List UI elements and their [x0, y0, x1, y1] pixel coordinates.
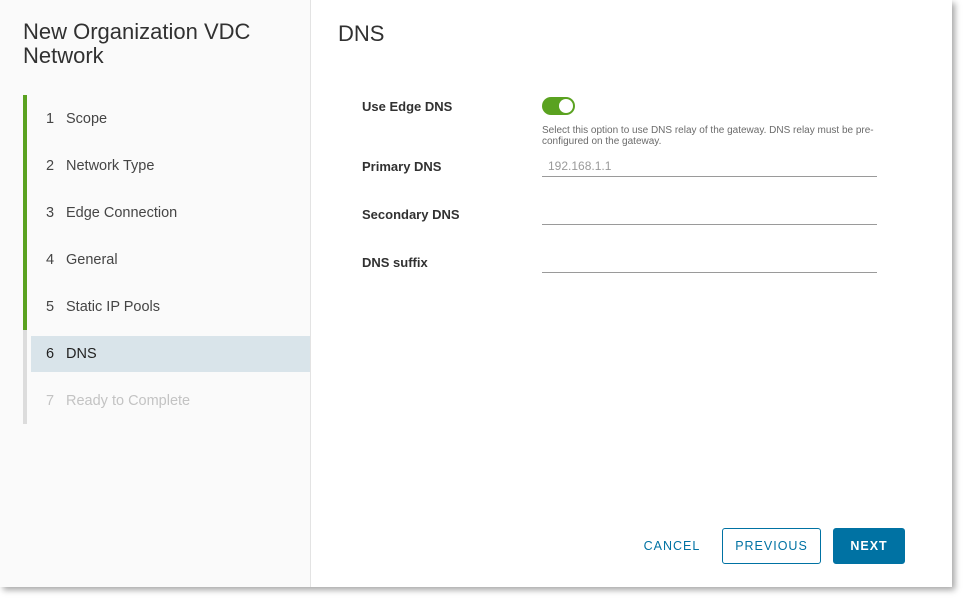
wizard-title: New Organization VDC Network: [23, 19, 251, 68]
dns-suffix-input[interactable]: [542, 251, 877, 273]
step-network-type[interactable]: 2 Network Type: [23, 142, 310, 189]
wizard-step-list: 1 Scope 2 Network Type 3 Edge Connection…: [23, 95, 310, 424]
use-edge-dns-toggle[interactable]: [542, 97, 575, 115]
step-ready-to-complete: 7 Ready to Complete: [23, 377, 310, 424]
dns-suffix-label: DNS suffix: [362, 255, 428, 270]
wizard-content: DNS Use Edge DNS Select this option to u…: [311, 0, 952, 587]
step-static-ip-pools[interactable]: 5 Static IP Pools: [23, 283, 310, 330]
step-progress-bar: [23, 189, 27, 236]
wizard-sidebar: New Organization VDC Network 1 Scope 2 N…: [0, 0, 311, 587]
step-number: 6: [46, 345, 55, 362]
step-progress-bar: [23, 377, 27, 424]
step-progress-bar: [23, 142, 27, 189]
step-label: Edge Connection: [66, 204, 178, 221]
step-label: Network Type: [66, 157, 155, 174]
step-scope[interactable]: 1 Scope: [23, 95, 310, 142]
toggle-knob: [559, 99, 573, 113]
use-edge-dns-helper-text: Select this option to use DNS relay of t…: [542, 125, 874, 147]
step-progress-bar: [23, 283, 27, 330]
step-label: DNS: [66, 345, 97, 362]
primary-dns-input[interactable]: [542, 155, 877, 177]
step-label: General: [66, 251, 118, 268]
secondary-dns-label: Secondary DNS: [362, 207, 460, 222]
step-label: Static IP Pools: [66, 298, 161, 315]
step-general[interactable]: 4 General: [23, 236, 310, 283]
step-number: 4: [46, 251, 55, 268]
step-label: Ready to Complete: [66, 392, 191, 409]
cancel-button[interactable]: CANCEL: [637, 528, 707, 564]
step-number: 7: [46, 392, 55, 409]
next-button[interactable]: NEXT: [833, 528, 905, 564]
step-number: 3: [46, 204, 55, 221]
page-title: DNS: [338, 21, 385, 46]
step-dns[interactable]: 6 DNS: [23, 330, 310, 377]
step-label: Scope: [66, 110, 108, 127]
use-edge-dns-label: Use Edge DNS: [362, 99, 453, 114]
wizard-dialog: New Organization VDC Network 1 Scope 2 N…: [0, 0, 952, 587]
secondary-dns-input[interactable]: [542, 203, 877, 225]
step-progress-bar: [23, 95, 27, 142]
primary-dns-label: Primary DNS: [362, 159, 442, 174]
previous-button[interactable]: PREVIOUS: [722, 528, 821, 564]
step-progress-bar: [23, 236, 27, 283]
step-number: 2: [46, 157, 55, 174]
step-edge-connection[interactable]: 3 Edge Connection: [23, 189, 310, 236]
step-progress-bar: [23, 330, 27, 377]
step-number: 1: [46, 110, 55, 127]
step-number: 5: [46, 298, 55, 315]
